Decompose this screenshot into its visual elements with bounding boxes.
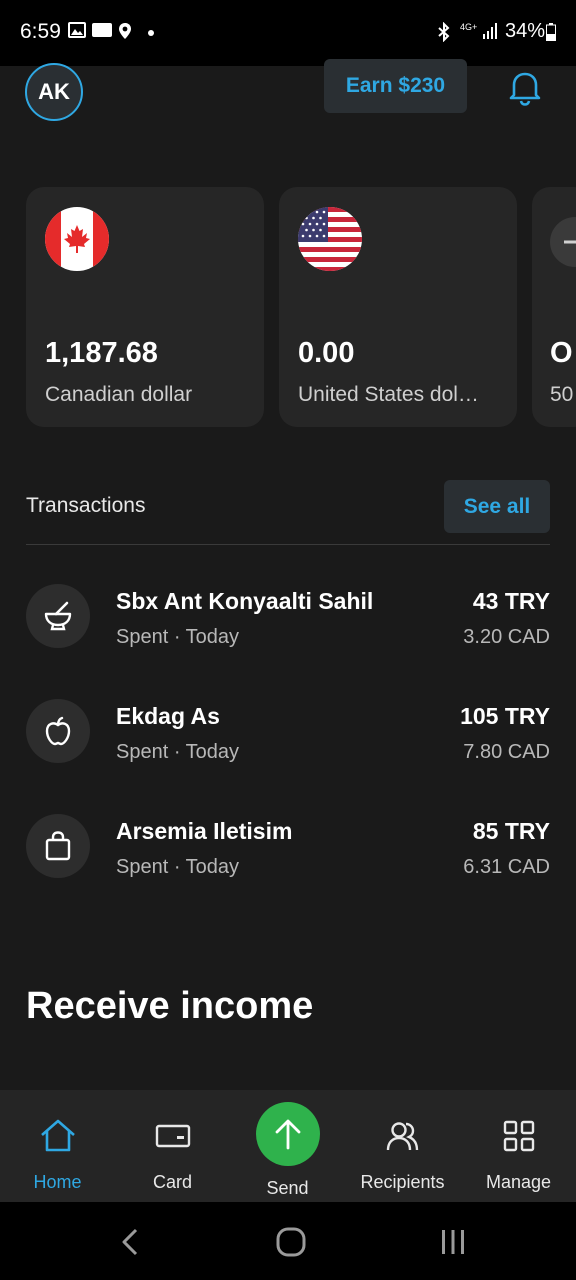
earn-button[interactable]: Earn $230: [324, 59, 467, 113]
balance-amount: 0.00: [298, 337, 355, 369]
transaction-status: Spent · Today: [116, 741, 240, 763]
bell-icon[interactable]: [505, 67, 545, 107]
balance-card-usd[interactable]: 0.00 United States dol…: [279, 187, 517, 427]
see-all-button[interactable]: See all: [444, 480, 550, 533]
grid-icon: [499, 1116, 539, 1156]
transaction-amount: 43 TRY: [472, 588, 550, 614]
recipients-icon: [383, 1116, 423, 1156]
signal-icon: [482, 22, 498, 42]
transaction-status: Spent · Today: [116, 626, 240, 648]
transaction-status: Spent · Today: [116, 856, 240, 878]
add-icon: [550, 217, 576, 267]
back-icon[interactable]: [108, 1222, 152, 1262]
gallery-icon: [68, 22, 86, 42]
transactions-title: Transactions: [26, 494, 146, 517]
nav-manage[interactable]: Manage: [461, 1090, 576, 1202]
balance-currency: United States dol…: [298, 383, 479, 406]
nav-label: Manage: [485, 1172, 552, 1192]
network-type: 4G+: [460, 22, 478, 32]
balance-amount: 1,187.68: [45, 337, 158, 369]
balance-currency: 50: [550, 383, 574, 406]
status-time: 6:59: [20, 20, 61, 43]
transaction-name: Sbx Ant Konyaalti Sahil: [116, 588, 374, 614]
canada-flag-icon: [45, 207, 109, 271]
bluetooth-icon: [436, 21, 452, 43]
cisco-icon: [92, 22, 112, 42]
avatar[interactable]: AK: [25, 63, 83, 121]
divider: [26, 544, 550, 545]
recent-apps-icon[interactable]: [431, 1222, 475, 1262]
transaction-name: Arsemia Iletisim: [116, 818, 293, 844]
notification-dot-icon: [146, 22, 156, 42]
location-icon: [118, 22, 132, 42]
transaction-name: Ekdag As: [116, 703, 220, 729]
transaction-converted: 6.31 CAD: [463, 856, 550, 878]
nav-label: Home: [33, 1172, 82, 1192]
nav-label: Recipients: [360, 1172, 445, 1192]
balance-amount: O: [550, 337, 573, 369]
mortar-pestle-icon: [26, 584, 90, 648]
apple-icon: [26, 699, 90, 763]
transaction-amount: 85 TRY: [472, 818, 550, 844]
nav-recipients[interactable]: Recipients: [345, 1090, 460, 1202]
balance-card-cad[interactable]: 1,187.68 Canadian dollar: [26, 187, 264, 427]
transaction-amount: 105 TRY: [460, 703, 550, 729]
balance-card-partial[interactable]: O 50: [532, 187, 576, 427]
battery-level: 34%: [505, 20, 546, 42]
shopping-bag-icon: [26, 814, 90, 878]
receive-income-title: Receive income: [26, 985, 314, 1027]
send-arrow-icon: [255, 1102, 320, 1166]
transaction-converted: 3.20 CAD: [463, 626, 550, 648]
balance-currency: Canadian dollar: [45, 383, 193, 406]
card-icon: [153, 1116, 193, 1156]
transaction-converted: 7.80 CAD: [463, 741, 550, 763]
nav-send[interactable]: Send: [230, 1090, 345, 1202]
home-circle-icon[interactable]: [269, 1222, 313, 1262]
nav-home[interactable]: Home: [0, 1090, 115, 1202]
nav-label: Card: [152, 1172, 192, 1192]
battery-icon: [546, 23, 556, 46]
nav-label: Send: [266, 1178, 309, 1198]
nav-card[interactable]: Card: [115, 1090, 230, 1202]
avatar-initials: AK: [38, 79, 70, 104]
us-flag-icon: [298, 207, 362, 271]
home-icon: [38, 1116, 78, 1156]
